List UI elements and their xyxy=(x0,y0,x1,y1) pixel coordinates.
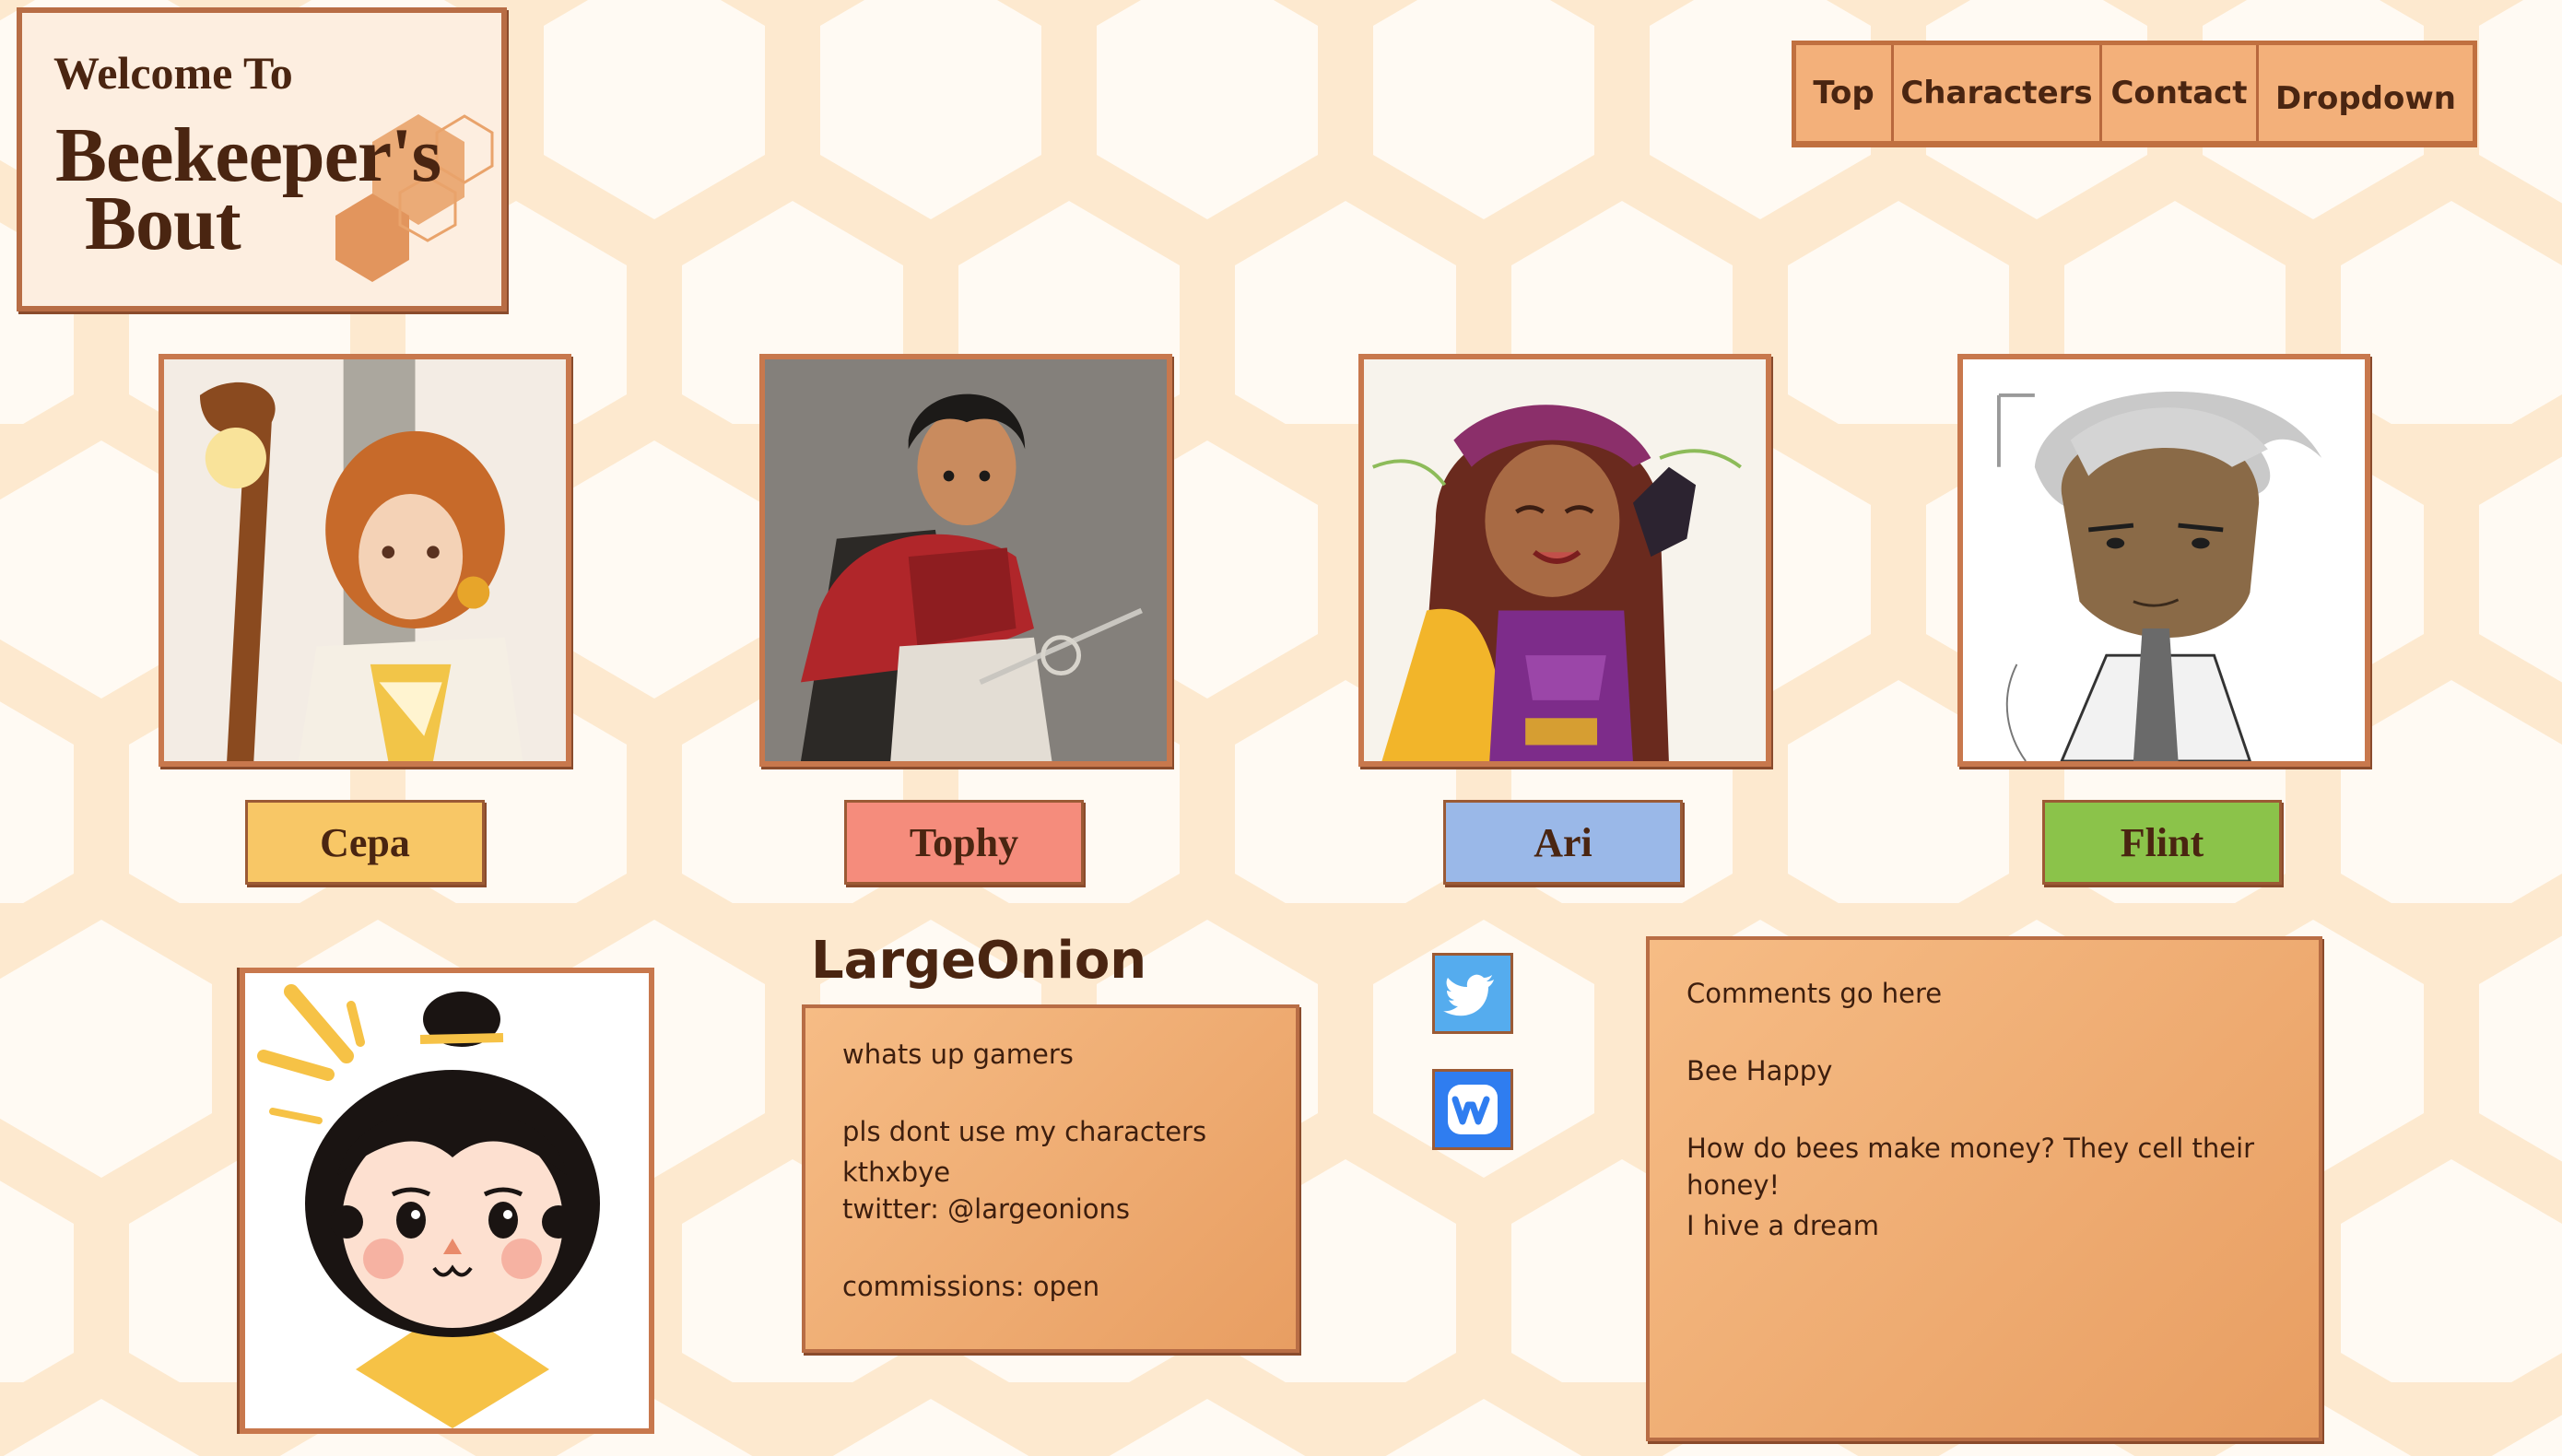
tophy-artwork xyxy=(765,359,1167,761)
character-button-ari[interactable]: Ari xyxy=(1443,800,1683,885)
ari-artwork xyxy=(1364,359,1766,761)
comment-line: I hive a dream xyxy=(1686,1210,1879,1241)
character-button-flint[interactable]: Flint xyxy=(2042,800,2282,885)
character-portrait-flint[interactable] xyxy=(1957,354,2370,767)
comment-line: How do bees make money? They cell their … xyxy=(1686,1133,2255,1201)
twitter-link[interactable] xyxy=(1432,953,1513,1034)
welcome-heading: Welcome To xyxy=(53,47,293,99)
cepa-artwork xyxy=(164,359,566,761)
nav-contact[interactable]: Contact xyxy=(2102,45,2259,141)
profile-line: twitter: @largeonions xyxy=(842,1193,1131,1225)
character-button-tophy[interactable]: Tophy xyxy=(844,800,1084,885)
weebly-icon xyxy=(1448,1085,1498,1134)
site-title-line2: Bout xyxy=(85,181,241,266)
character-portrait-cepa[interactable] xyxy=(159,354,571,767)
nav-top[interactable]: Top xyxy=(1796,45,1894,141)
character-portrait-tophy[interactable] xyxy=(759,354,1172,767)
weebly-link[interactable] xyxy=(1432,1069,1513,1150)
nav-characters[interactable]: Characters xyxy=(1894,45,2102,141)
comment-line: Comments go here xyxy=(1686,978,1943,1009)
profile-username: LargeOnion xyxy=(811,931,1147,991)
avatar-illustration xyxy=(245,973,649,1428)
site-title: Beekeeper's Bout xyxy=(55,117,441,266)
character-button-cepa[interactable]: Cepa xyxy=(245,800,485,885)
profile-info-box: whats up gamers pls dont use my characte… xyxy=(802,1004,1299,1353)
flint-artwork xyxy=(1963,359,2365,761)
profile-line: whats up gamers xyxy=(842,1039,1074,1070)
character-portrait-ari[interactable] xyxy=(1358,354,1771,767)
top-navigation: Top Characters Contact Dropdown xyxy=(1792,41,2477,147)
profile-avatar xyxy=(240,968,654,1434)
comment-line: Bee Happy xyxy=(1686,1055,1833,1086)
profile-line: commissions: open xyxy=(842,1271,1100,1302)
site-logo[interactable]: Welcome To Beekeeper's Bout xyxy=(17,7,507,311)
nav-dropdown[interactable]: Dropdown xyxy=(2259,45,2473,141)
comments-box: Comments go here Bee Happy How do bees m… xyxy=(1646,936,2322,1441)
twitter-icon xyxy=(1443,974,1494,1016)
profile-line: pls dont use my characters kthxbye xyxy=(842,1116,1207,1188)
